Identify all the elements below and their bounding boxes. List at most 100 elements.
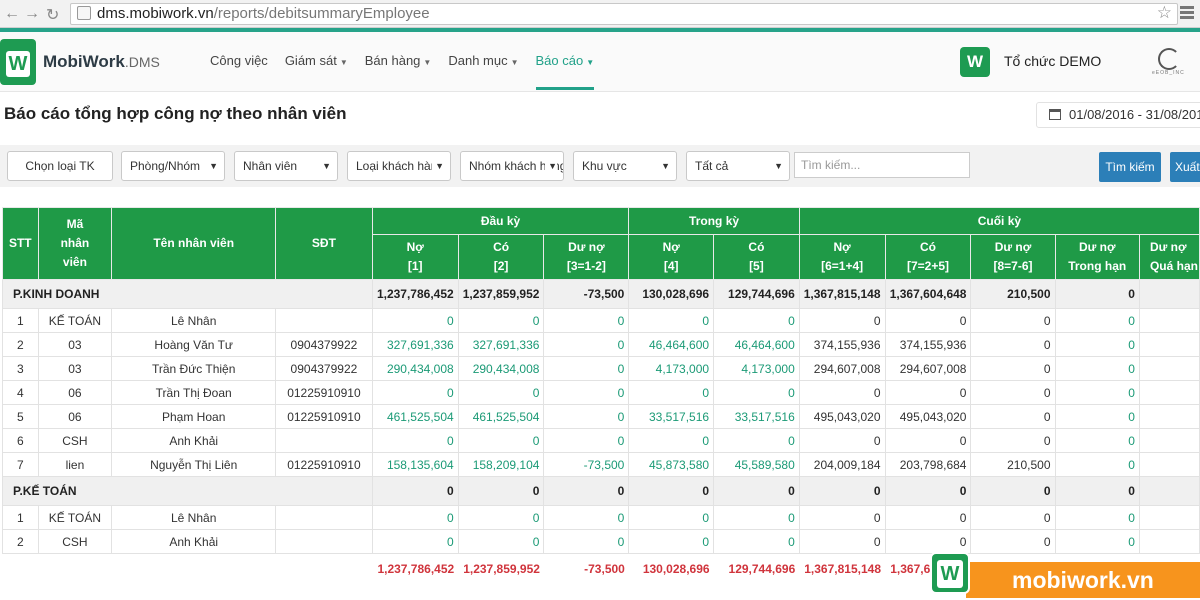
table-row[interactable]: 2 03 Hoàng Văn Tư 0904379922 327,691,336 327,… (2, 332, 1200, 357)
nav-giam-sat[interactable]: Giám sát ▼ (285, 32, 348, 92)
employee-select[interactable]: Nhân viên ▼ (234, 151, 338, 181)
cell-code: KẾ TOÁN (37, 505, 113, 530)
cell-phone (275, 428, 373, 453)
table-row[interactable]: 3 03 Trần Đức Thiện 0904379922 290,434,008 29… (2, 356, 1200, 381)
table-row[interactable]: 5 06 Phạm Hoan 01225910910 461,525,504 461,52… (2, 404, 1200, 429)
table-row[interactable]: 6 CSH Anh Khải 0 0 0 0 0 0 0 0 0 (2, 428, 1200, 453)
cell-value: 1,237,786,452 (371, 279, 459, 309)
cell-name: Anh Khải (111, 428, 277, 453)
org-icon[interactable]: W (960, 47, 990, 77)
cell-value: 0 (884, 529, 972, 554)
col-balance-overdue: Dư nợ Quá hạn (1138, 234, 1200, 280)
cell-value: 0 (628, 380, 715, 405)
nav-cong-viec[interactable]: Công việc (210, 32, 268, 92)
cell-value: 0 (713, 380, 800, 405)
cell-value: 0 (543, 308, 630, 333)
col-opening-credit: Có [2] (457, 234, 545, 280)
table-row[interactable]: 1 KẾ TOÁN Lê Nhân 0 0 0 0 0 0 0 0 0 (2, 505, 1200, 530)
cell-name: Trần Thị Đoan (111, 380, 277, 405)
bookmark-star-icon[interactable]: ☆ (1157, 3, 1172, 23)
cell-value: 0 (713, 529, 800, 554)
cell-value: 290,434,008 (457, 356, 545, 381)
cell-value (1138, 428, 1200, 453)
col-opening-debit: Nợ [1] (371, 234, 459, 280)
cell-value: 0 (1054, 529, 1140, 554)
cell-value: 0 (1054, 332, 1140, 357)
dept-select[interactable]: Phòng/Nhóm ▼ (121, 151, 225, 181)
area-select[interactable]: Khu vực ▼ (573, 151, 677, 181)
status-select[interactable]: Tất cả ▼ (686, 151, 790, 181)
cell-value: 33,517,516 (628, 404, 715, 429)
cell-value: 0 (371, 529, 459, 554)
cell-value: 0 (970, 404, 1056, 429)
cell-value: 495,043,020 (798, 404, 886, 429)
table-row[interactable]: 2 CSH Anh Khải 0 0 0 0 0 0 0 0 0 (2, 529, 1200, 554)
cell-value (1138, 332, 1200, 357)
browser-menu-icon[interactable] (1180, 4, 1194, 21)
cell-value: 158,135,604 (371, 452, 459, 477)
col-group-opening: Đầu kỳ (371, 207, 630, 235)
cell-phone (275, 529, 373, 554)
nav-ban-hang[interactable]: Bán hàng ▼ (365, 32, 432, 92)
dropdown-arrow-icon: ▼ (209, 161, 218, 171)
nav-bao-cao[interactable]: Báo cáo ▼ (535, 32, 595, 90)
table-row[interactable]: 1 KẾ TOÁN Lê Nhân 0 0 0 0 0 0 0 0 0 (2, 308, 1200, 333)
total-value: -73,500 (584, 561, 625, 576)
mobiwork-logo-icon[interactable]: W (0, 39, 36, 85)
cell-value: 0 (1054, 279, 1140, 309)
cell-value: 0 (543, 404, 630, 429)
cell-value: 0 (371, 505, 459, 530)
cell-value: 0 (798, 529, 886, 554)
cell-value: 0 (884, 380, 972, 405)
cell-stt: 3 (2, 356, 39, 381)
total-value: 1,237,859,952 (463, 561, 540, 576)
cell-value: 4,173,000 (713, 356, 800, 381)
debt-summary-table: STT Mã nhân viên Tên nhân viên SĐT Đầu k… (2, 207, 1200, 584)
search-input[interactable]: Tìm kiếm... (794, 152, 970, 178)
cell-value: 0 (798, 505, 886, 530)
back-icon[interactable]: ← (4, 5, 20, 23)
col-stt: STT (2, 207, 39, 280)
cell-value (1138, 380, 1200, 405)
org-logo-icon[interactable]: eEOB_INC (1152, 46, 1192, 76)
cell-value: 0 (970, 529, 1056, 554)
col-closing-balance: Dư nợ [8=7-6] (970, 234, 1056, 280)
table-row[interactable]: 4 06 Trần Thị Đoan 01225910910 0 0 0 0 0 0 0 0 0 (2, 380, 1200, 405)
choose-account-type-button[interactable]: Chọn loại TK (7, 151, 113, 181)
export-button[interactable]: Xuất (1170, 152, 1200, 182)
nav-danh-muc[interactable]: Danh mục ▼ (448, 32, 518, 92)
cell-value: 0 (970, 476, 1056, 506)
watermark-logo-icon: W (930, 552, 970, 594)
cell-value: 0 (1054, 308, 1140, 333)
watermark: mobiwork.vn W (930, 552, 1200, 600)
forward-icon[interactable]: → (24, 5, 40, 23)
cell-stt: 4 (2, 380, 39, 405)
cell-value: 0 (543, 428, 630, 453)
table-row[interactable]: 7 lien Nguyễn Thị Liên 01225910910 158,135,6… (2, 452, 1200, 477)
dropdown-arrow-icon: ▼ (322, 161, 331, 171)
cell-code: lien (37, 452, 113, 477)
col-group-closing: Cuối kỳ (798, 207, 1200, 235)
org-name[interactable]: Tổ chức DEMO (1004, 53, 1101, 69)
col-group-period: Trong kỳ (628, 207, 800, 235)
caret-down-icon: ▼ (339, 58, 348, 67)
address-bar[interactable]: dms.mobiwork.vn/reports/debitsummaryEmpl… (70, 3, 1178, 25)
cell-stt: 6 (2, 428, 39, 453)
search-button[interactable]: Tìm kiếm (1099, 152, 1161, 182)
cell-value: 0 (798, 308, 886, 333)
cell-phone: 01225910910 (275, 380, 373, 405)
cell-value: 0 (970, 308, 1056, 333)
cell-name: Phạm Hoan (111, 404, 277, 429)
cell-value (1138, 476, 1200, 506)
col-period-credit: Có [5] (713, 234, 800, 280)
cell-value: 0 (457, 428, 545, 453)
reload-icon[interactable]: ↻ (46, 5, 59, 25)
customer-group-select[interactable]: Nhóm khách hàng ▼ (460, 151, 564, 181)
cell-value: 210,500 (970, 452, 1056, 477)
cell-value: 45,873,580 (628, 452, 715, 477)
customer-type-select[interactable]: Loại khách hàng ▼ (347, 151, 451, 181)
cell-phone (275, 505, 373, 530)
cell-value: 210,500 (970, 279, 1056, 309)
cell-value: 130,028,696 (628, 279, 715, 309)
date-range-picker[interactable]: 01/08/2016 - 31/08/2016 (1036, 102, 1200, 128)
